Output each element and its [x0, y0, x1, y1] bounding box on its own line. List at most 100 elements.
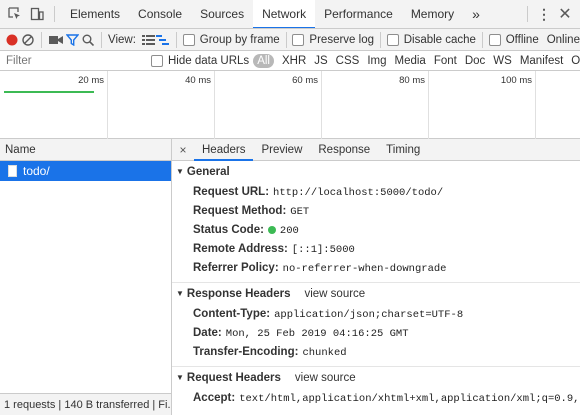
- document-icon: [8, 165, 17, 177]
- clear-icon[interactable]: [20, 33, 35, 46]
- header-key: Request Method:: [193, 205, 287, 217]
- checkbox-box[interactable]: [386, 33, 399, 46]
- timeline-column: 60 ms: [215, 71, 322, 139]
- close-icon[interactable]: ✕: [554, 4, 576, 24]
- filter-type-ws[interactable]: WS: [489, 55, 516, 67]
- timeline-column: 80 ms: [322, 71, 429, 139]
- general-section-header[interactable]: ▼ General: [172, 161, 580, 183]
- network-toolbar: View: Group by frame Preserve log Disabl…: [0, 29, 580, 51]
- expand-triangle-icon: ▼: [176, 289, 184, 298]
- tab-performance[interactable]: Performance: [315, 0, 402, 28]
- preserve-log-checkbox[interactable]: Preserve log: [292, 33, 374, 46]
- close-detail-button[interactable]: ×: [172, 143, 194, 157]
- request-list-panel: Name todo/ 1 requests | 140 B transferre…: [0, 139, 172, 415]
- header-value: Mon, 25 Feb 2019 04:16:25 GMT: [225, 328, 409, 340]
- network-summary: 1 requests | 140 B transferred | Fi...: [0, 393, 171, 415]
- date-row: Date: Mon, 25 Feb 2019 04:16:25 GMT: [172, 324, 580, 343]
- tab-elements[interactable]: Elements: [61, 0, 129, 28]
- name-column-header[interactable]: Name: [0, 139, 171, 161]
- hide-data-urls-label: Hide data URLs: [168, 54, 250, 67]
- tab-console[interactable]: Console: [129, 0, 191, 28]
- kebab-menu-icon[interactable]: ⋮: [534, 6, 554, 23]
- transfer-encoding-row: Transfer-Encoding: chunked: [172, 343, 580, 362]
- expand-triangle-icon: ▼: [176, 167, 184, 176]
- content-type-row: Content-Type: application/json;charset=UT…: [172, 305, 580, 324]
- timeline-tick-label: 100 ms: [500, 75, 532, 86]
- timeline-tick-label: 20 ms: [78, 75, 104, 86]
- separator: [379, 31, 381, 48]
- filter-type-media[interactable]: Media: [391, 55, 430, 67]
- header-key: Remote Address:: [193, 243, 288, 255]
- disable-cache-checkbox[interactable]: Disable cache: [386, 33, 476, 46]
- view-source-link[interactable]: view source: [295, 372, 356, 384]
- filter-icon[interactable]: [64, 33, 80, 46]
- timeline-overview[interactable]: 20 ms 40 ms 60 ms 80 ms 100 ms: [0, 71, 580, 139]
- separator: [176, 31, 177, 48]
- filter-type-doc[interactable]: Doc: [461, 55, 489, 67]
- filter-type-js[interactable]: JS: [310, 55, 331, 67]
- filter-type-xhr[interactable]: XHR: [278, 55, 310, 67]
- status-ok-dot-icon: [267, 226, 276, 234]
- detail-tab-bar: × Headers Preview Response Timing: [172, 139, 580, 161]
- timeline-column: 100 ms: [429, 71, 536, 139]
- filter-type-all[interactable]: All: [253, 53, 274, 68]
- group-by-frame-label: Group by frame: [199, 33, 280, 46]
- header-value: http://localhost:5000/todo/: [273, 187, 444, 199]
- request-name: todo/: [23, 164, 50, 178]
- filter-type-img[interactable]: Img: [363, 55, 390, 67]
- timeline-tick-label: 80 ms: [399, 75, 425, 86]
- tab-memory[interactable]: Memory: [402, 0, 463, 28]
- offline-checkbox[interactable]: Offline: [488, 33, 539, 46]
- timeline-request-bar: [4, 91, 94, 93]
- request-headers-title: Request Headers: [186, 372, 281, 384]
- inspect-element-icon[interactable]: [4, 7, 26, 21]
- remote-address-row: Remote Address: [::1]:5000: [172, 240, 580, 259]
- checkbox-box[interactable]: [292, 33, 305, 46]
- filter-type-css[interactable]: CSS: [332, 55, 364, 67]
- tab-headers[interactable]: Headers: [194, 139, 254, 161]
- checkbox-box[interactable]: [182, 33, 195, 46]
- waterfall-icon[interactable]: [155, 34, 170, 45]
- hide-data-urls-checkbox[interactable]: Hide data URLs: [151, 54, 250, 67]
- checkbox-box[interactable]: [488, 33, 501, 46]
- table-row[interactable]: todo/: [0, 161, 171, 181]
- separator: [54, 6, 55, 22]
- header-value: application/json;charset=UTF-8: [274, 309, 464, 321]
- tab-sources[interactable]: Sources: [191, 0, 253, 28]
- separator: [527, 6, 528, 22]
- header-value: [::1]:5000: [291, 244, 355, 256]
- group-by-frame-checkbox[interactable]: Group by frame: [182, 33, 280, 46]
- timeline-tick-label: 40 ms: [185, 75, 211, 86]
- separator: [481, 31, 483, 48]
- screenshot-camera-icon[interactable]: [48, 35, 64, 45]
- tab-network[interactable]: Network: [253, 0, 316, 28]
- header-key: Referrer Policy:: [193, 262, 279, 274]
- view-source-link[interactable]: view source: [304, 288, 365, 300]
- filter-type-manifest[interactable]: Manifest: [516, 55, 567, 67]
- request-url-row: Request URL: http://localhost:5000/todo/: [172, 183, 580, 202]
- timeline-column: 20 ms: [0, 71, 108, 139]
- header-value: GET: [290, 206, 310, 218]
- checkbox-box[interactable]: [151, 54, 163, 67]
- request-detail-panel: × Headers Preview Response Timing ▼ Gener…: [172, 139, 580, 415]
- more-tabs-button[interactable]: »: [463, 0, 489, 28]
- device-toolbar-icon[interactable]: [26, 7, 48, 21]
- search-icon[interactable]: [80, 34, 95, 46]
- throttling-select[interactable]: Online: [547, 34, 580, 46]
- filter-type-other[interactable]: Other: [567, 55, 580, 67]
- view-label: View:: [107, 33, 136, 46]
- filter-input[interactable]: [0, 51, 145, 70]
- tab-timing[interactable]: Timing: [378, 139, 428, 161]
- devtools-tab-bar: Elements Console Sources Network Perform…: [0, 0, 580, 29]
- tab-preview[interactable]: Preview: [253, 139, 310, 161]
- timeline-column: 40 ms: [108, 71, 215, 139]
- request-headers-section-header[interactable]: ▼ Request Headers view source: [172, 367, 580, 389]
- large-rows-icon[interactable]: [142, 34, 156, 45]
- filter-type-font[interactable]: Font: [430, 55, 461, 67]
- record-icon[interactable]: [4, 34, 20, 46]
- tab-response[interactable]: Response: [310, 139, 378, 161]
- response-headers-section-header[interactable]: ▼ Response Headers view source: [172, 283, 580, 305]
- separator: [41, 31, 42, 48]
- preserve-log-label: Preserve log: [309, 33, 374, 46]
- separator: [101, 31, 102, 48]
